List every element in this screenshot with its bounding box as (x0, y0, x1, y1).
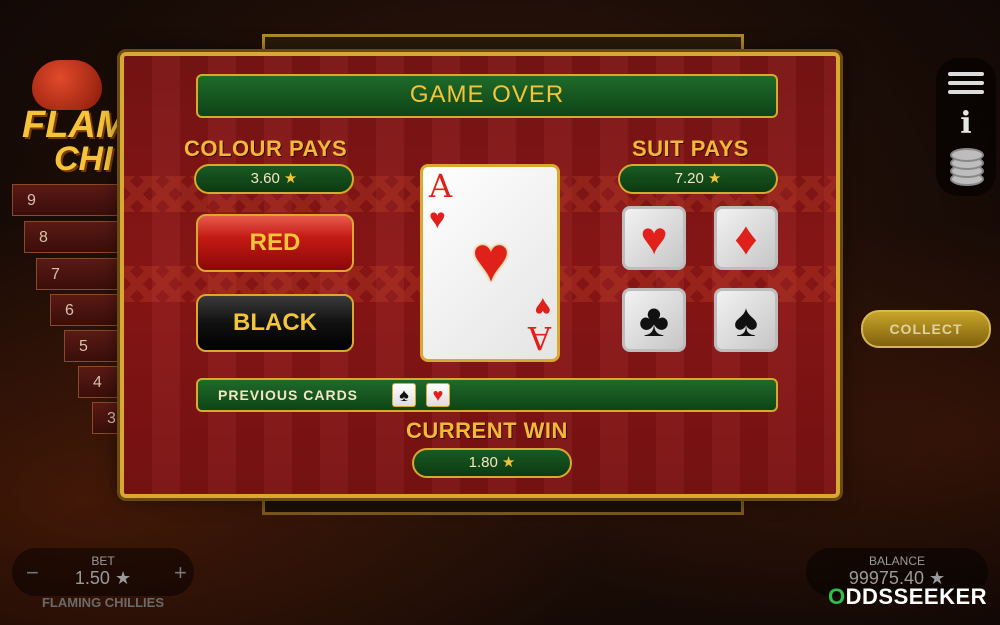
collect-button[interactable]: COLLECT (861, 310, 991, 348)
ladder-step: 6 (50, 294, 130, 326)
side-controls: i (936, 58, 996, 196)
colour-pays-value: 3.60 ★ (194, 164, 354, 194)
menu-icon[interactable] (948, 72, 984, 98)
gamble-dialog: GAME OVER COLOUR PAYS 3.60 ★ RED BLACK A … (120, 52, 840, 498)
ladder-step: 9 (12, 184, 122, 216)
ladder-step: 7 (36, 258, 128, 290)
heart-icon: ♥ (429, 203, 446, 234)
card-rank-bottom: A (527, 319, 551, 357)
bet-label: BET (91, 554, 115, 568)
suit-pays-title: SUIT PAYS (632, 136, 749, 161)
game-logo: FLAM CHI (22, 60, 132, 180)
previous-card-heart: ♥ (426, 383, 450, 407)
title-bar: GAME OVER (196, 74, 778, 118)
ladder-step: 8 (24, 221, 124, 253)
chilli-pepper-icon (32, 60, 102, 110)
star-icon: ★ (707, 170, 722, 187)
card-corner-bottom: A ♥ (527, 292, 551, 357)
oddsseeker-watermark: ODDSSEEKER (828, 584, 988, 609)
info-icon[interactable]: i (956, 108, 976, 140)
current-win-value: 1.80 ★ (412, 448, 572, 478)
game-name: FLAMING CHILLIES (41, 595, 165, 610)
bet-control: − BET 1.50 ★ + (12, 548, 194, 596)
spades-button[interactable]: ♠ (714, 288, 778, 352)
card-rank-top: A (429, 167, 453, 205)
bet-increase-button[interactable]: + (174, 560, 187, 586)
clubs-button[interactable]: ♣ (622, 288, 686, 352)
hearts-button[interactable]: ♥ (622, 206, 686, 270)
star-icon: ★ (283, 170, 298, 187)
heart-icon: ♥ (534, 292, 551, 323)
dialog-title: GAME OVER (409, 81, 565, 108)
black-button[interactable]: BLACK (196, 294, 354, 352)
drawn-card: A ♥ ♥ A ♥ (420, 164, 560, 362)
bet-value: 1.50 ★ (74, 568, 132, 588)
star-icon: ★ (501, 454, 516, 471)
heart-icon: ♥ (472, 223, 510, 295)
diamonds-button[interactable]: ♦ (714, 206, 778, 270)
logo-text-line2: CHI (54, 140, 113, 178)
red-button[interactable]: RED (196, 214, 354, 272)
previous-cards-bar: PREVIOUS CARDS ♠ ♥ (196, 378, 778, 412)
logo-text-line1: FLAM (22, 104, 128, 146)
previous-cards-label: PREVIOUS CARDS (218, 387, 359, 403)
current-win-title: CURRENT WIN (406, 418, 568, 443)
balance-label: BALANCE (868, 554, 926, 568)
colour-pays-title: COLOUR PAYS (184, 136, 348, 161)
chips-icon[interactable] (948, 148, 984, 188)
suit-pays-value: 7.20 ★ (618, 164, 778, 194)
previous-card-spade: ♠ (392, 383, 416, 407)
